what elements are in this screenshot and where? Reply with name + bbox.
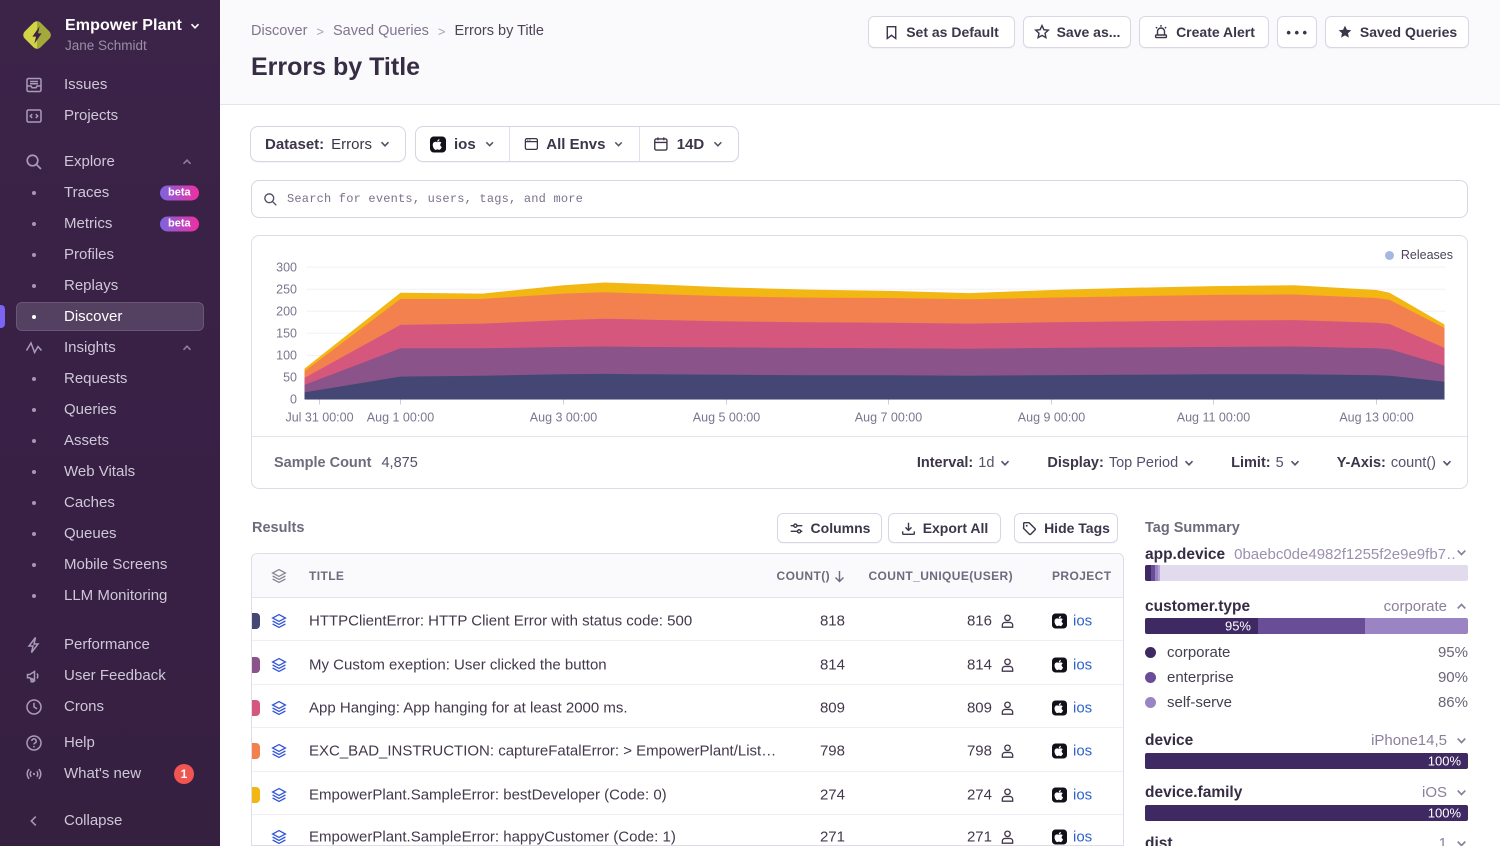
svg-text:0: 0 <box>290 393 297 407</box>
svg-text:50: 50 <box>283 371 297 385</box>
svg-text:Aug 1 00:00: Aug 1 00:00 <box>367 411 434 425</box>
svg-text:150: 150 <box>276 327 297 341</box>
svg-text:Aug 11 00:00: Aug 11 00:00 <box>1177 411 1250 425</box>
svg-text:250: 250 <box>276 282 297 296</box>
svg-text:Aug 3 00:00: Aug 3 00:00 <box>530 411 597 425</box>
svg-text:Aug 7 00:00: Aug 7 00:00 <box>855 411 922 425</box>
svg-text:200: 200 <box>276 304 297 318</box>
svg-text:Aug 9 00:00: Aug 9 00:00 <box>1018 411 1085 425</box>
svg-text:Jul 31 00:00: Jul 31 00:00 <box>285 411 353 425</box>
svg-text:Aug 5 00:00: Aug 5 00:00 <box>693 411 760 425</box>
svg-text:100: 100 <box>276 349 297 363</box>
svg-text:Aug 13 00:00: Aug 13 00:00 <box>1339 411 1413 425</box>
svg-text:300: 300 <box>276 260 297 274</box>
